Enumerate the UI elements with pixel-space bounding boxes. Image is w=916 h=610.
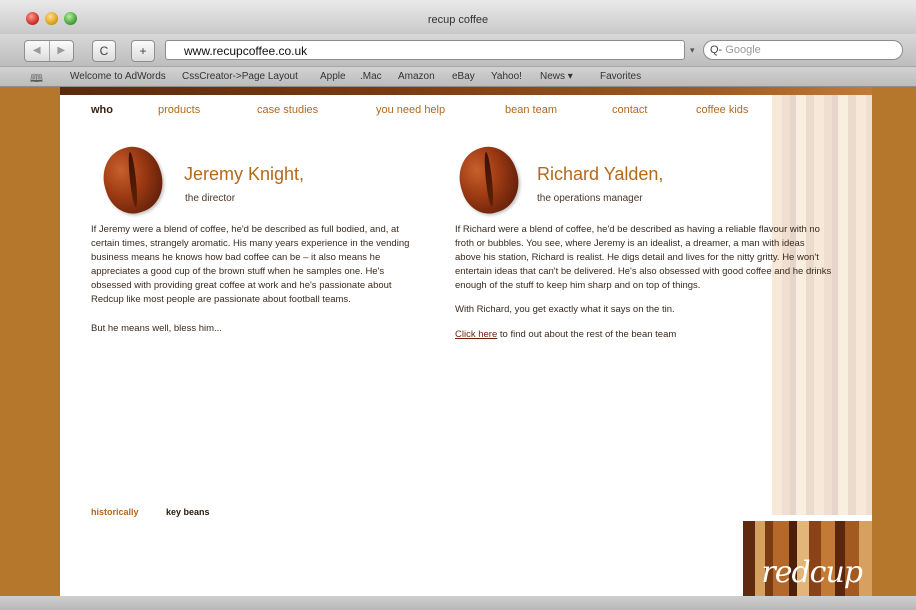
link-suffix-text: to find out about the rest of the bean t… — [497, 328, 677, 340]
nav-products[interactable]: products — [158, 104, 200, 116]
bookmark-adwords[interactable]: Welcome to AdWords — [70, 71, 166, 82]
bookmarks-bar: 🕮 Welcome to AdWords CssCreator->Page La… — [0, 67, 916, 87]
click-here-link[interactable]: Click here — [455, 329, 497, 340]
forward-button[interactable]: ▶ — [48, 41, 74, 61]
search-icon: Q- — [710, 44, 723, 56]
history-navigation: ◀ ▶ — [24, 40, 74, 62]
key-beans-link[interactable]: key beans — [166, 507, 210, 517]
bookmark-amazon[interactable]: Amazon — [398, 71, 435, 82]
bean-team-link-line: Click here to find out about the rest of… — [455, 328, 833, 342]
search-placeholder: Google — [725, 44, 761, 56]
search-field[interactable]: Q- Google — [703, 40, 903, 60]
person-bio: If Richard were a blend of coffee, he'd … — [455, 223, 833, 342]
window-bottom-bar — [0, 596, 916, 610]
reload-button[interactable]: C — [92, 40, 116, 62]
bio-paragraph: If Jeremy were a blend of coffee, he'd b… — [91, 224, 410, 306]
header-stripe — [60, 87, 872, 95]
address-bar[interactable]: www.recupcoffee.co.uk — [165, 40, 685, 60]
nav-who[interactable]: who — [91, 104, 113, 116]
bio-paragraph: If Richard were a blend of coffee, he'd … — [455, 224, 832, 292]
bookmark-apple[interactable]: Apple — [320, 71, 346, 82]
add-bookmark-button[interactable]: + — [131, 40, 155, 62]
person-name: Jeremy Knight, — [184, 164, 305, 184]
redcup-logo: redcup — [743, 521, 872, 596]
bookmark-news[interactable]: News ▾ — [540, 71, 573, 82]
person-role: the director — [185, 193, 236, 204]
logo-wordmark: redcup — [761, 555, 863, 590]
browser-toolbar: ◀ ▶ C + www.recupcoffee.co.uk ▾ Q- Googl… — [0, 34, 916, 67]
bookmark-favorites[interactable]: Favorites — [600, 71, 641, 82]
bookmark-ebay[interactable]: eBay — [452, 71, 475, 82]
address-dropdown-icon[interactable]: ▾ — [690, 40, 695, 60]
web-page: who products case studies you need help … — [0, 87, 916, 610]
bookmark-yahoo[interactable]: Yahoo! — [491, 71, 522, 82]
window-title: recup coffee — [427, 14, 489, 26]
person-role: the operations manager — [537, 193, 643, 204]
person-name: Richard Yalden, — [537, 164, 664, 184]
nav-contact[interactable]: contact — [612, 104, 647, 116]
historically-link[interactable]: historically — [91, 507, 139, 517]
nav-you-need-help[interactable]: you need help — [376, 104, 445, 116]
person-bio: If Jeremy were a blend of coffee, he'd b… — [91, 223, 413, 336]
back-button[interactable]: ◀ — [25, 41, 49, 61]
bio-paragraph: But he means well, bless him... — [91, 322, 222, 334]
nav-case-studies[interactable]: case studies — [257, 104, 318, 116]
nav-coffee-kids[interactable]: coffee kids — [696, 104, 748, 116]
bookmark-mac[interactable]: .Mac — [360, 71, 382, 82]
bio-paragraph: With Richard, you get exactly what it sa… — [455, 304, 675, 316]
bookmark-csscreator[interactable]: CssCreator->Page Layout — [182, 71, 298, 82]
window-titlebar: recup coffee — [0, 0, 916, 35]
nav-bean-team[interactable]: bean team — [505, 104, 557, 116]
